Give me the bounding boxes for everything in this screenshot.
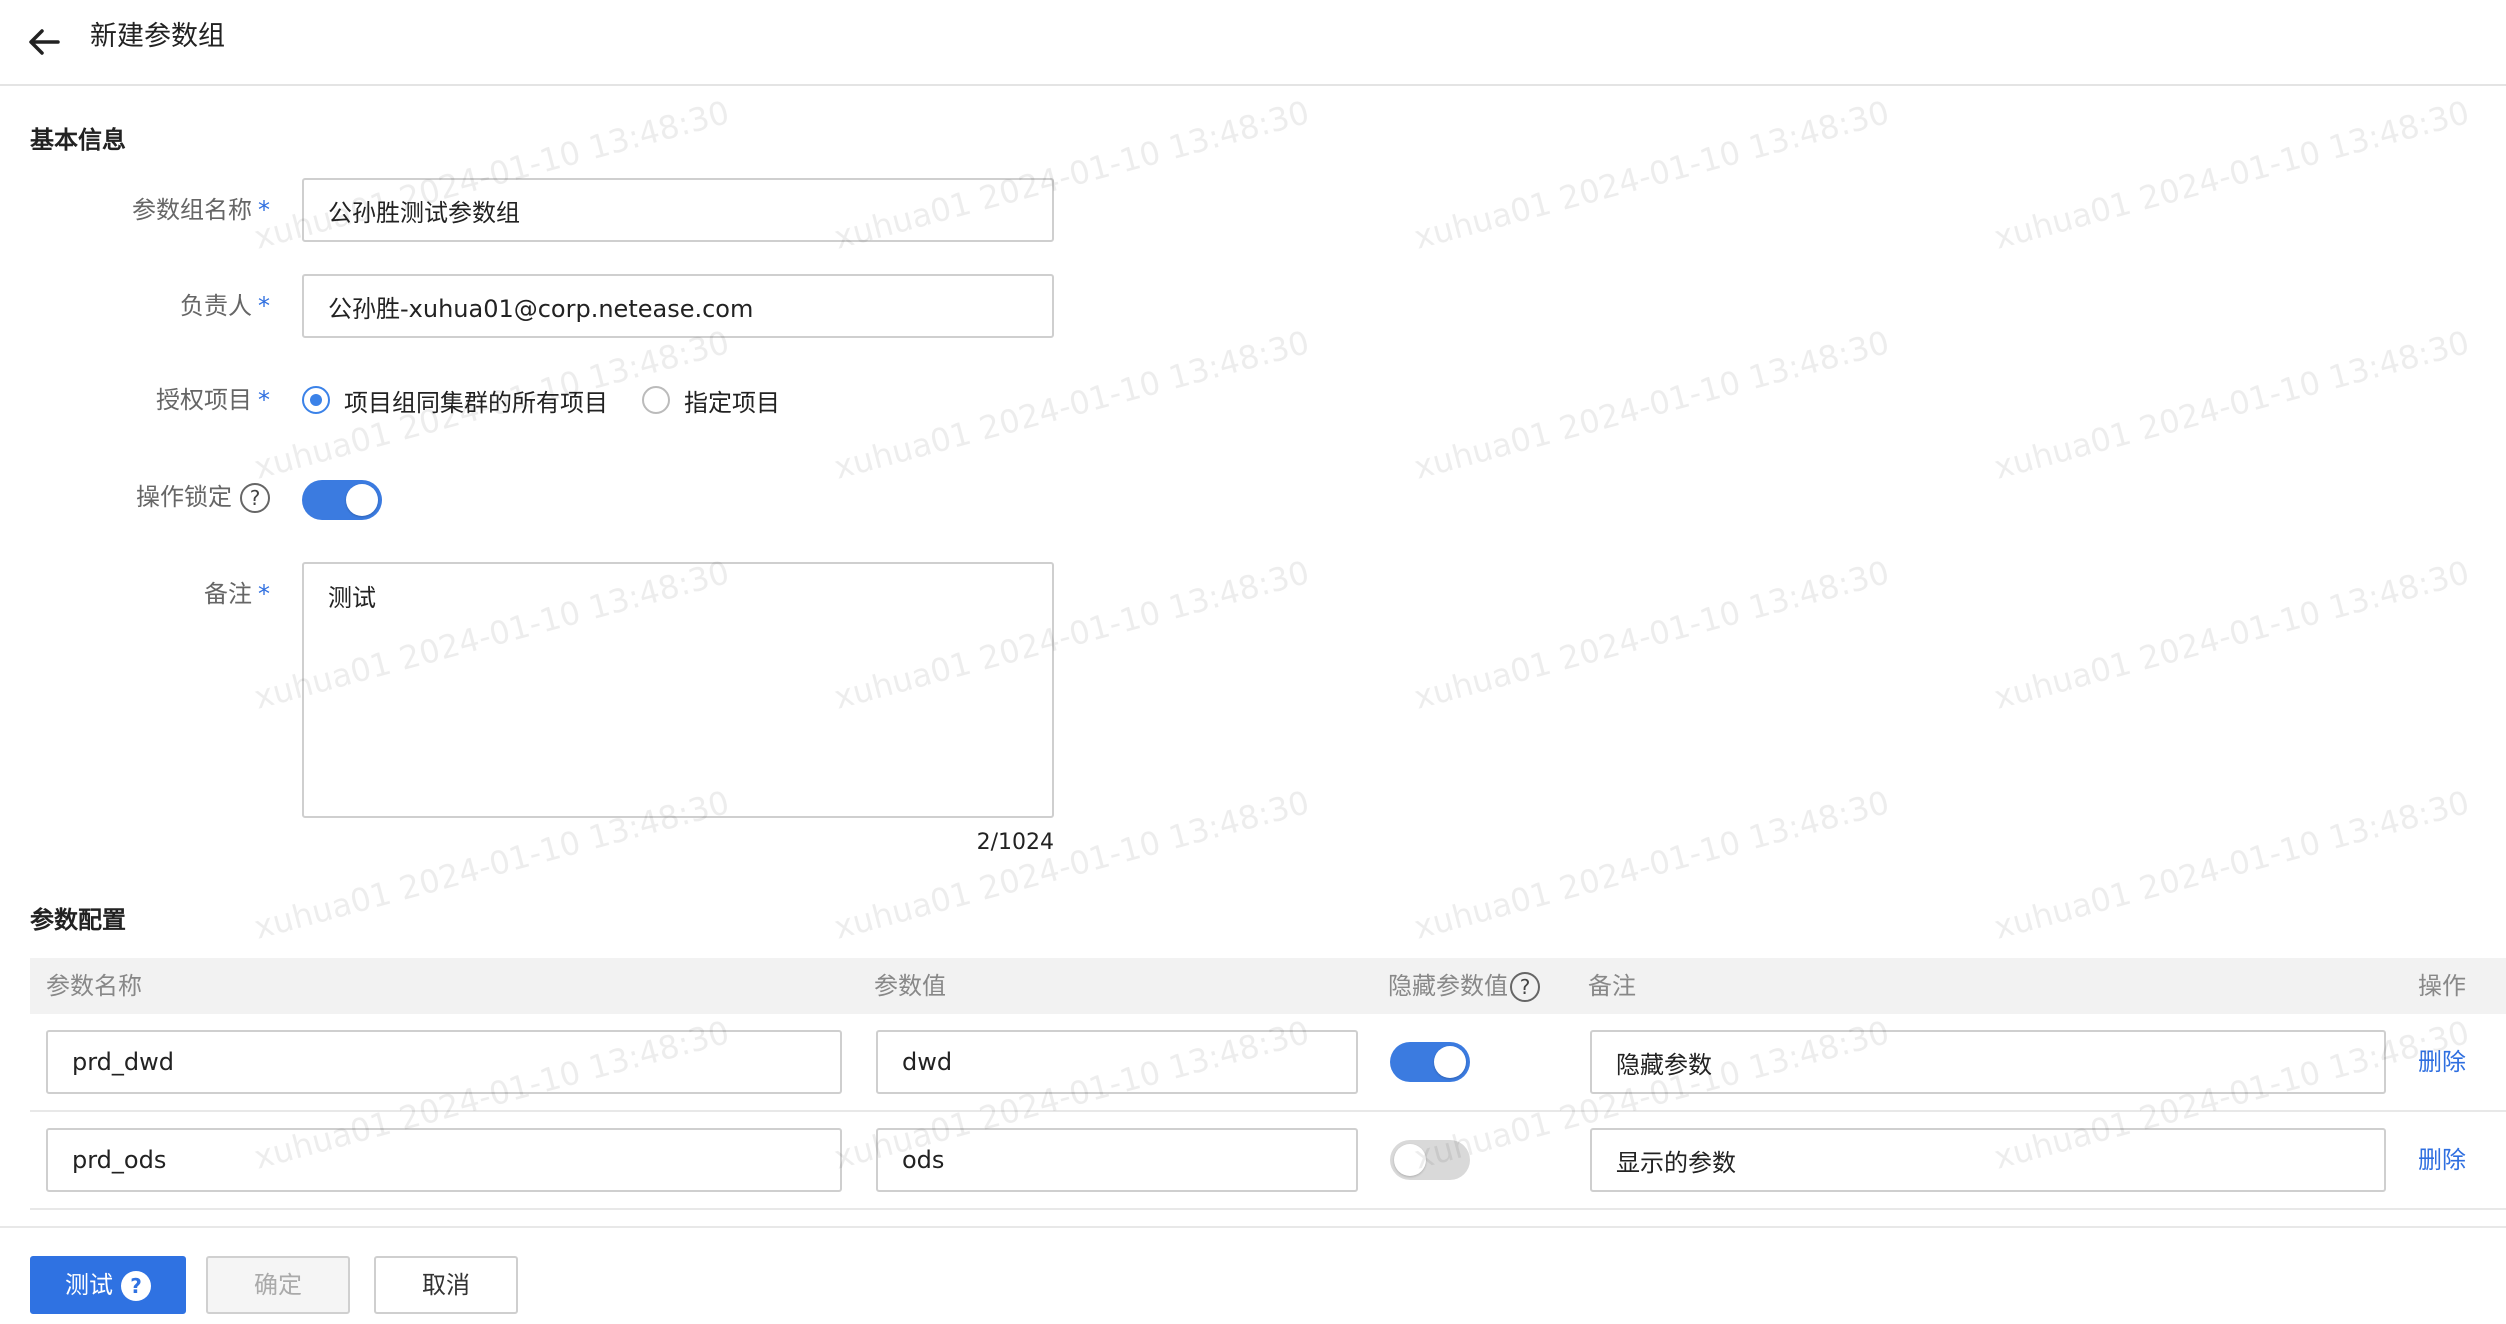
lock-label-text: 操作锁定: [136, 483, 232, 511]
toggle-knob: [346, 484, 378, 516]
column-header-action: 操作: [2418, 972, 2466, 1000]
group-name-input[interactable]: [302, 178, 1054, 242]
section-title-param-config: 参数配置: [30, 906, 126, 934]
watermark-text: xuhua01 2024-01-10 13:48:30: [1990, 93, 2474, 257]
lock-label: 操作锁定?: [0, 477, 270, 517]
column-header-hidden-text: 隐藏参数值: [1388, 972, 1508, 1000]
column-header-value: 参数值: [874, 972, 946, 1000]
page: 新建参数组 基本信息 参数组名称* 负责人* 授权项目* 项目组同集群的所有项目…: [0, 0, 2506, 1324]
watermark-text: xuhua01 2024-01-10 13:48:30: [830, 323, 1314, 487]
hide-value-toggle[interactable]: [1390, 1140, 1470, 1180]
remark-label-text: 备注: [204, 580, 252, 608]
radio-all-projects-label: 项目组同集群的所有项目: [344, 388, 608, 417]
arrow-left-icon: [29, 29, 60, 55]
page-header: 新建参数组: [0, 0, 2506, 86]
auth-project-label: 授权项目 *: [0, 380, 270, 420]
owner-label: 负责人 *: [0, 286, 270, 326]
required-mark: *: [258, 386, 270, 414]
watermark-text: xuhua01 2024-01-10 13:48:30: [1990, 783, 2474, 947]
required-mark: *: [258, 196, 270, 224]
remark-textarea[interactable]: 测试: [302, 562, 1054, 818]
page-title: 新建参数组: [90, 21, 225, 52]
owner-input[interactable]: [302, 274, 1054, 338]
test-button[interactable]: 测试?: [30, 1256, 186, 1314]
watermark-text: xuhua01 2024-01-10 13:48:30: [1410, 93, 1894, 257]
remark-label: 备注 *: [0, 574, 270, 614]
confirm-button[interactable]: 确定: [206, 1256, 350, 1314]
back-button[interactable]: [24, 22, 64, 62]
param-value-input[interactable]: [876, 1128, 1358, 1192]
param-value-input[interactable]: [876, 1030, 1358, 1094]
auth-project-radio-group: 项目组同集群的所有项目 指定项目: [302, 380, 814, 420]
watermark-text: xuhua01 2024-01-10 13:48:30: [1410, 323, 1894, 487]
hide-value-toggle[interactable]: [1390, 1042, 1470, 1082]
delete-row-link[interactable]: 删除: [2418, 1042, 2466, 1082]
param-remark-input[interactable]: [1590, 1030, 2386, 1094]
remark-char-counter: 2/1024: [976, 830, 1054, 855]
question-icon: ?: [121, 1271, 151, 1301]
param-remark-input[interactable]: [1590, 1128, 2386, 1192]
row-divider: [30, 1110, 2506, 1112]
footer-divider: [0, 1226, 2506, 1228]
group-name-label-text: 参数组名称: [132, 196, 252, 224]
toggle-knob: [1434, 1046, 1466, 1078]
test-button-label: 测试: [65, 1271, 113, 1299]
watermark-text: xuhua01 2024-01-10 13:48:30: [1410, 783, 1894, 947]
watermark-text: xuhua01 2024-01-10 13:48:30: [1990, 323, 2474, 487]
radio-checked-icon: [302, 386, 330, 414]
question-icon[interactable]: ?: [240, 483, 270, 513]
column-header-remark: 备注: [1588, 972, 1636, 1000]
auth-project-label-text: 授权项目: [156, 386, 252, 414]
group-name-label: 参数组名称 *: [0, 190, 270, 230]
param-name-input[interactable]: [46, 1030, 842, 1094]
required-mark: *: [258, 580, 270, 608]
column-header-name: 参数名称: [46, 972, 142, 1000]
row-divider: [30, 1208, 2506, 1210]
column-header-hidden: 隐藏参数值?: [1388, 958, 1540, 1014]
delete-row-link[interactable]: 删除: [2418, 1140, 2466, 1180]
watermark-text: xuhua01 2024-01-10 13:48:30: [1990, 553, 2474, 717]
param-name-input[interactable]: [46, 1128, 842, 1192]
radio-specified-projects-label: 指定项目: [684, 388, 780, 417]
section-title-basic-info: 基本信息: [30, 126, 126, 154]
radio-all-projects[interactable]: 项目组同集群的所有项目: [302, 383, 608, 418]
param-table-header: 参数名称 参数值 隐藏参数值? 备注 操作: [30, 958, 2506, 1014]
toggle-knob: [1394, 1144, 1426, 1176]
radio-unchecked-icon: [642, 386, 670, 414]
lock-toggle[interactable]: [302, 480, 382, 520]
cancel-button[interactable]: 取消: [374, 1256, 518, 1314]
question-icon[interactable]: ?: [1510, 972, 1540, 1002]
radio-specified-projects[interactable]: 指定项目: [642, 383, 780, 418]
required-mark: *: [258, 292, 270, 320]
watermark-text: xuhua01 2024-01-10 13:48:30: [1410, 553, 1894, 717]
owner-label-text: 负责人: [180, 292, 252, 320]
